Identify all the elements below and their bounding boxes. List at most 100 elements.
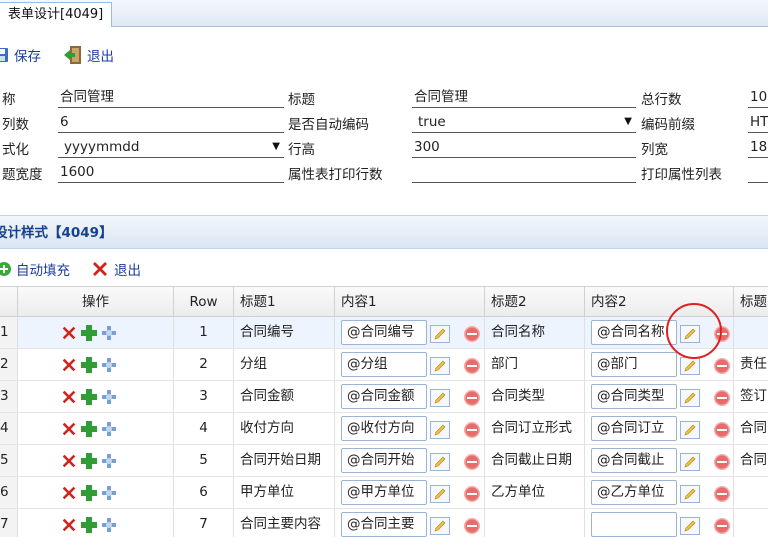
- name-field[interactable]: 合同管理: [58, 86, 284, 108]
- edit-pencil-icon[interactable]: [680, 453, 700, 471]
- delete-x-icon[interactable]: [60, 484, 78, 502]
- remove-minus-icon[interactable]: [713, 485, 731, 503]
- print-rows-field[interactable]: [412, 161, 636, 183]
- remove-minus-icon[interactable]: [463, 453, 481, 471]
- move-arrows-icon[interactable]: [100, 356, 118, 374]
- column-width-field[interactable]: 18: [748, 136, 768, 158]
- content1-input[interactable]: @合同编号: [341, 320, 427, 345]
- edit-pencil-icon[interactable]: [430, 325, 450, 343]
- edit-pencil-icon[interactable]: [430, 389, 450, 407]
- save-button[interactable]: 保存: [0, 42, 41, 68]
- content1-input[interactable]: @合同金额: [341, 384, 427, 409]
- move-arrows-icon[interactable]: [100, 324, 118, 342]
- autofill-button[interactable]: 自动填充: [0, 256, 70, 282]
- grid-exit-button[interactable]: 退出: [90, 256, 141, 282]
- edit-pencil-icon[interactable]: [430, 421, 450, 439]
- title2-cell[interactable]: 合同名称: [485, 317, 585, 348]
- title1-cell[interactable]: 合同开始日期: [234, 445, 335, 476]
- content2-input[interactable]: @合同订立: [591, 416, 677, 441]
- content1-input[interactable]: @收付方向: [341, 416, 427, 441]
- edit-pencil-icon[interactable]: [680, 421, 700, 439]
- title3-cell[interactable]: 责任: [734, 349, 768, 380]
- title2-cell[interactable]: 合同订立形式: [485, 413, 585, 444]
- content2-input[interactable]: @乙方单位: [591, 480, 677, 505]
- delete-x-icon[interactable]: [60, 388, 78, 406]
- remove-minus-icon[interactable]: [713, 517, 731, 535]
- remove-minus-icon[interactable]: [713, 389, 731, 407]
- auto-code-select[interactable]: true ▼: [412, 111, 636, 133]
- add-plus-icon[interactable]: [80, 420, 98, 438]
- content1-input[interactable]: @合同主要: [341, 512, 427, 537]
- remove-minus-icon[interactable]: [713, 357, 731, 375]
- add-plus-icon[interactable]: [80, 388, 98, 406]
- remove-minus-icon[interactable]: [463, 325, 481, 343]
- content2-input[interactable]: @合同名称: [591, 320, 677, 345]
- title2-cell[interactable]: 部门: [485, 349, 585, 380]
- edit-pencil-icon[interactable]: [430, 517, 450, 535]
- content1-input[interactable]: @甲方单位: [341, 480, 427, 505]
- add-plus-icon[interactable]: [80, 324, 98, 342]
- total-rows-field[interactable]: 10: [748, 86, 768, 108]
- delete-x-icon[interactable]: [60, 356, 78, 374]
- delete-x-icon[interactable]: [60, 452, 78, 470]
- remove-minus-icon[interactable]: [463, 357, 481, 375]
- title3-cell[interactable]: 合同: [734, 445, 768, 476]
- format-select[interactable]: yyyymmdd ▼: [58, 136, 284, 158]
- content2-input[interactable]: [591, 512, 677, 537]
- add-plus-icon[interactable]: [80, 452, 98, 470]
- title1-cell[interactable]: 合同编号: [234, 317, 335, 348]
- content2-input[interactable]: @部门: [591, 352, 677, 377]
- move-arrows-icon[interactable]: [100, 516, 118, 534]
- title1-cell[interactable]: 合同金额: [234, 381, 335, 412]
- edit-pencil-icon[interactable]: [430, 357, 450, 375]
- move-arrows-icon[interactable]: [100, 484, 118, 502]
- remove-minus-icon[interactable]: [463, 517, 481, 535]
- title2-cell[interactable]: 合同类型: [485, 381, 585, 412]
- table-row[interactable]: 3 3 合同金额 @合同金额 合同类型 @合同类型 签订: [0, 381, 768, 413]
- print-list-field[interactable]: [748, 161, 768, 183]
- table-row[interactable]: 5 5 合同开始日期 @合同开始 合同截止日期 @合同截止 合同: [0, 445, 768, 477]
- add-plus-icon[interactable]: [80, 516, 98, 534]
- remove-minus-icon[interactable]: [713, 421, 731, 439]
- move-arrows-icon[interactable]: [100, 420, 118, 438]
- move-arrows-icon[interactable]: [100, 452, 118, 470]
- move-arrows-icon[interactable]: [100, 388, 118, 406]
- edit-pencil-icon[interactable]: [680, 325, 700, 343]
- title2-cell[interactable]: [485, 509, 585, 537]
- title3-cell[interactable]: [734, 317, 768, 348]
- title3-cell[interactable]: [734, 509, 768, 537]
- title1-cell[interactable]: 甲方单位: [234, 477, 335, 508]
- title-field[interactable]: 合同管理: [412, 86, 636, 108]
- table-row[interactable]: 2 2 分组 @分组 部门 @部门 责任: [0, 349, 768, 381]
- remove-minus-icon[interactable]: [463, 485, 481, 503]
- remove-minus-icon[interactable]: [463, 389, 481, 407]
- title1-cell[interactable]: 合同主要内容: [234, 509, 335, 537]
- delete-x-icon[interactable]: [60, 420, 78, 438]
- title3-cell[interactable]: [734, 477, 768, 508]
- exit-button[interactable]: 退出: [63, 42, 114, 68]
- edit-pencil-icon[interactable]: [680, 517, 700, 535]
- remove-minus-icon[interactable]: [713, 325, 731, 343]
- edit-pencil-icon[interactable]: [680, 389, 700, 407]
- edit-pencil-icon[interactable]: [430, 453, 450, 471]
- delete-x-icon[interactable]: [60, 516, 78, 534]
- title2-cell[interactable]: 乙方单位: [485, 477, 585, 508]
- title2-cell[interactable]: 合同截止日期: [485, 445, 585, 476]
- title3-cell[interactable]: 合同: [734, 413, 768, 444]
- content1-input[interactable]: @合同开始: [341, 448, 427, 473]
- table-row[interactable]: 7 7 合同主要内容 @合同主要: [0, 509, 768, 537]
- content2-input[interactable]: @合同截止: [591, 448, 677, 473]
- table-row[interactable]: 4 4 收付方向 @收付方向 合同订立形式 @合同订立 合同: [0, 413, 768, 445]
- edit-pencil-icon[interactable]: [680, 357, 700, 375]
- edit-pencil-icon[interactable]: [680, 485, 700, 503]
- content2-input[interactable]: @合同类型: [591, 384, 677, 409]
- edit-pencil-icon[interactable]: [430, 485, 450, 503]
- title3-cell[interactable]: 签订: [734, 381, 768, 412]
- table-row[interactable]: 6 6 甲方单位 @甲方单位 乙方单位 @乙方单位: [0, 477, 768, 509]
- content1-input[interactable]: @分组: [341, 352, 427, 377]
- remove-minus-icon[interactable]: [463, 421, 481, 439]
- add-plus-icon[interactable]: [80, 356, 98, 374]
- title1-cell[interactable]: 收付方向: [234, 413, 335, 444]
- form-design-tab[interactable]: 表单设计[4049]: [0, 2, 113, 27]
- title1-cell[interactable]: 分组: [234, 349, 335, 380]
